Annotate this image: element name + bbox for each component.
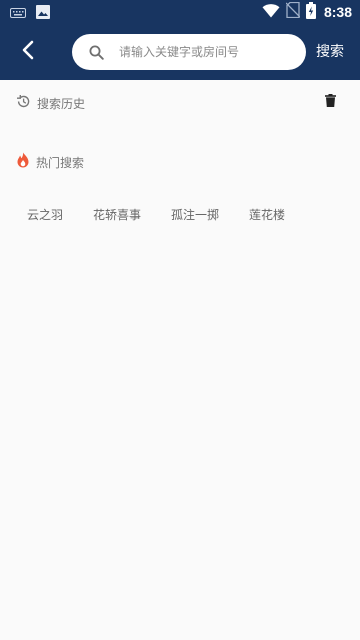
search-button[interactable]: 搜索 <box>316 41 344 63</box>
back-arrow-icon <box>21 40 35 64</box>
no-sim-icon <box>285 1 301 22</box>
status-bar: 8:38 <box>0 0 360 24</box>
hot-tag[interactable]: 花轿喜事 <box>93 204 141 226</box>
search-history-header: 搜索历史 <box>16 94 85 113</box>
status-right-icons: 8:38 <box>262 1 352 23</box>
search-input[interactable] <box>119 45 289 59</box>
hot-search-label: 热门搜索 <box>36 155 85 170</box>
hot-tag[interactable]: 孤注一掷 <box>171 204 219 226</box>
status-time: 8:38 <box>323 4 352 20</box>
fire-icon <box>16 152 30 172</box>
keyboard-icon <box>10 4 26 23</box>
search-icon <box>87 43 105 61</box>
search-app-bar: 搜索 <box>0 24 360 80</box>
back-button[interactable] <box>12 36 44 68</box>
history-icon <box>16 94 31 113</box>
hot-tag[interactable]: 莲花楼 <box>249 204 285 226</box>
trash-icon <box>324 92 336 111</box>
battery-icon <box>305 1 316 23</box>
hot-tag[interactable]: 云之羽 <box>27 204 63 226</box>
search-box[interactable] <box>72 34 306 70</box>
hot-search-header: 热门搜索 <box>16 152 84 172</box>
search-history-label: 搜索历史 <box>37 97 86 111</box>
image-icon <box>36 4 50 23</box>
status-left-icons <box>10 4 50 23</box>
hot-search-tags: 云之羽 花轿喜事 孤注一掷 莲花楼 <box>0 204 360 226</box>
clear-history-button[interactable] <box>322 93 338 109</box>
wifi-icon <box>262 3 280 22</box>
